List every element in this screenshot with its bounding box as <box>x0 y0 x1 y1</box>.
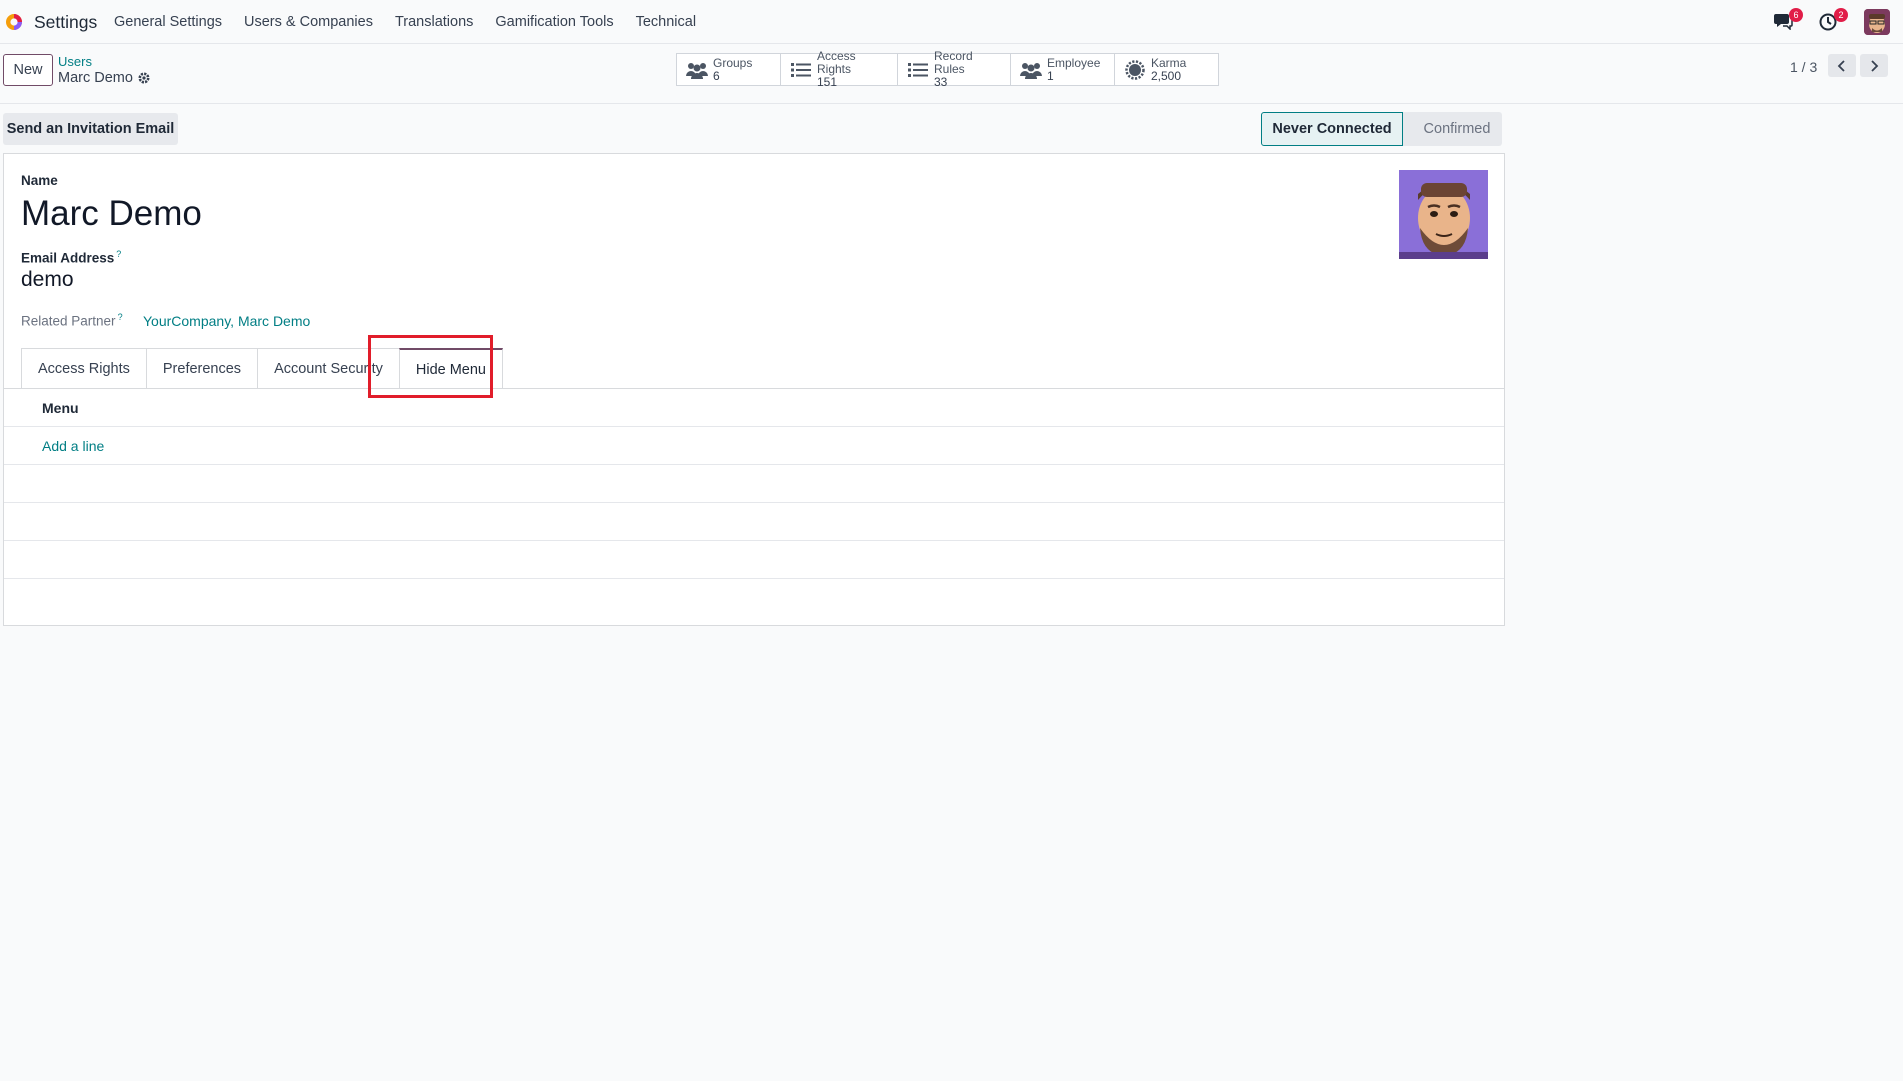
list-icon <box>908 62 928 77</box>
messages-badge: 6 <box>1789 8 1803 22</box>
list-icon <box>791 62 811 77</box>
messages-button[interactable]: 6 <box>1773 8 1803 32</box>
status-confirmed[interactable]: Confirmed <box>1402 112 1502 146</box>
users-icon <box>1020 62 1042 79</box>
send-invitation-email-button[interactable]: Send an Invitation Email <box>3 113 178 145</box>
activities-badge: 2 <box>1834 8 1848 22</box>
form-sheet: Name Marc Demo Email Address? demo Relat… <box>3 153 1505 626</box>
access-rights-count: 151 <box>817 75 838 89</box>
status-bar: Never Connected Confirmed <box>1261 112 1502 146</box>
groups-smart-button[interactable]: Groups 6 <box>677 54 781 85</box>
employee-smart-button[interactable]: Employee 1 <box>1011 54 1115 85</box>
email-field[interactable]: demo <box>21 268 74 292</box>
menu-users-companies[interactable]: Users & Companies <box>244 14 373 30</box>
activities-button[interactable]: 2 <box>1818 8 1848 32</box>
groups-label: Groups <box>713 55 753 70</box>
menu-translations[interactable]: Translations <box>395 14 473 30</box>
name-label: Name <box>21 173 58 188</box>
empty-row <box>4 541 1504 579</box>
odoo-logo-icon[interactable] <box>4 12 24 32</box>
partner-help-icon[interactable]: ? <box>118 312 123 322</box>
access-rights-smart-button[interactable]: Access Rights 151 <box>781 50 898 89</box>
record-rules-smart-button[interactable]: Record Rules 33 <box>898 50 1011 89</box>
user-photo[interactable] <box>1399 170 1488 259</box>
hide-menu-highlight-box <box>368 335 493 398</box>
email-label-text: Email Address <box>21 250 115 266</box>
user-avatar-icon <box>1864 9 1890 35</box>
karma-value: 2,500 <box>1151 68 1182 83</box>
chevron-right-icon <box>1871 59 1879 72</box>
karma-smart-button[interactable]: Karma 2,500 <box>1115 54 1218 85</box>
employee-label: Employee <box>1047 55 1101 70</box>
users-icon <box>686 62 708 79</box>
breadcrumb-current: Marc Demo <box>58 70 133 86</box>
empty-row <box>4 465 1504 503</box>
avatar-image <box>1399 170 1488 259</box>
email-label: Email Address? <box>21 249 121 266</box>
tab-preferences[interactable]: Preferences <box>145 348 259 388</box>
groups-count: 6 <box>713 68 720 83</box>
top-navbar: Settings General Settings Users & Compan… <box>0 0 1903 44</box>
tab-access-rights[interactable]: Access Rights <box>21 348 147 388</box>
related-partner-link[interactable]: YourCompany, Marc Demo <box>143 313 310 329</box>
pager-previous-button[interactable] <box>1828 54 1856 77</box>
record-rules-label: Record Rules <box>934 49 973 76</box>
karma-label: Karma <box>1151 55 1187 70</box>
new-button[interactable]: New <box>3 54 53 86</box>
menu-general-settings[interactable]: General Settings <box>114 14 222 30</box>
employee-count: 1 <box>1047 68 1054 83</box>
main-menu: General Settings Users & Companies Trans… <box>114 14 718 30</box>
badge-icon <box>1125 59 1145 80</box>
pager-value[interactable]: 1 / 3 <box>1790 59 1817 75</box>
email-help-icon[interactable]: ? <box>116 249 121 259</box>
add-line-row: Add a line <box>4 427 1504 465</box>
menu-column-header[interactable]: Menu <box>42 400 79 416</box>
app-name[interactable]: Settings <box>34 12 97 33</box>
menu-technical[interactable]: Technical <box>636 14 696 30</box>
related-partner-label: Related Partner? <box>21 312 123 329</box>
control-panel: New Users Marc Demo Groups 6 Access Right… <box>0 44 1903 104</box>
status-never-connected[interactable]: Never Connected <box>1261 112 1403 146</box>
access-rights-label: Access Rights <box>817 49 856 76</box>
name-field[interactable]: Marc Demo <box>21 194 202 234</box>
breadcrumb-users-link[interactable]: Users <box>58 54 92 69</box>
smart-buttons: Groups 6 Access Rights 151 Record Rules 33 <box>676 50 1219 89</box>
related-partner-label-text: Related Partner <box>21 313 116 329</box>
chevron-left-icon <box>1837 59 1845 72</box>
pager-next-button[interactable] <box>1860 54 1888 77</box>
add-a-line-link[interactable]: Add a line <box>42 438 104 454</box>
gear-icon[interactable] <box>137 71 151 85</box>
list-header-row: Menu <box>4 389 1504 427</box>
menu-gamification-tools[interactable]: Gamification Tools <box>495 14 613 30</box>
record-rules-count: 33 <box>934 75 948 89</box>
empty-row <box>4 503 1504 541</box>
user-avatar[interactable] <box>1864 9 1890 35</box>
